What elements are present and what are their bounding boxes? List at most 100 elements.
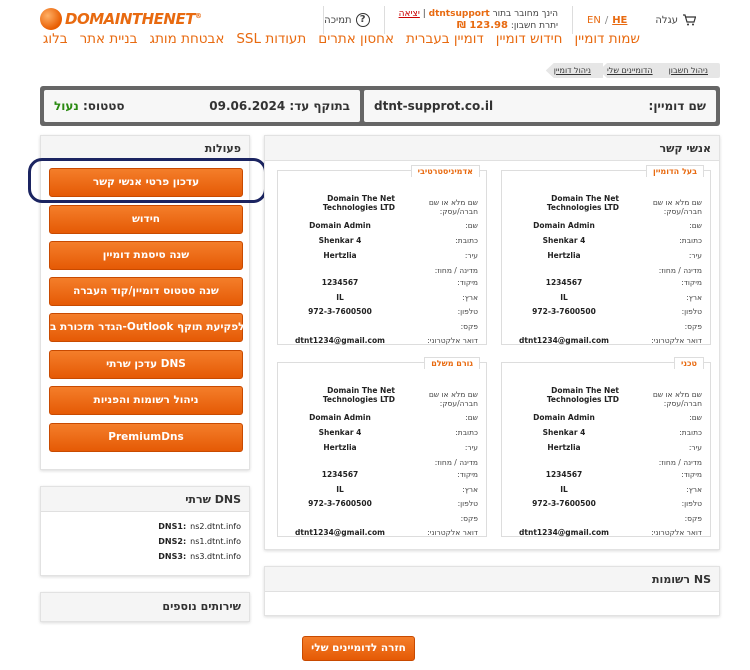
contact-box-title: טכני [674, 357, 704, 369]
contact-field-value: dtnt1234@gmail.com [519, 336, 609, 345]
site-logo[interactable]: DOMAINTHENET® [40, 5, 210, 33]
contact-field-label: מיקוד: [457, 470, 478, 479]
contact-field-label: עיר: [688, 443, 702, 452]
contact-field-label: שם: [689, 221, 702, 230]
contact-field-value: 1234567 [321, 470, 359, 479]
contact-field-value: dtnt1234@gmail.com [519, 528, 609, 537]
change-status-button[interactable]: שנה סטטוס דומיין/קוד העברה [49, 277, 243, 306]
contact-field-label: פקס: [684, 514, 702, 523]
outlook-reminder-button[interactable]: הגדר תזכורת ב-Outlook לפקיעת תוקף [49, 313, 245, 342]
contact-box-title: אדמיניסטרטיבי [410, 165, 480, 177]
dns-title: שרתי DNS [41, 487, 249, 512]
contact-field-value: Hertzlia [547, 443, 581, 452]
ns-records-panel: רשומות NS [264, 566, 720, 616]
expiry-value: 09.06.2024 [209, 99, 286, 113]
status-label: סטטוס: [83, 99, 125, 113]
contact-box: גורם משלם שם מלא או שם חברה/עסק: Domain Th… [277, 357, 487, 537]
contact-field-value: Domain The Net Technologies LTD [322, 386, 395, 404]
update-dns-button[interactable]: עדכן שרתי DNS [49, 350, 243, 379]
logo-ball-icon [40, 8, 62, 30]
support-link[interactable]: ? תמיכה [323, 6, 383, 34]
contact-field-value: dtnt1234@gmail.com [295, 336, 385, 345]
contact-field-value: IL [560, 485, 568, 494]
contact-box-title: גורם משלם [424, 357, 480, 369]
contact-field-value: Shenkar 4 [318, 428, 362, 437]
language-switcher: HE / EN [572, 6, 641, 34]
nav-item[interactable]: בלוג [43, 31, 68, 47]
nav-item[interactable]: דומיין בעברית [406, 31, 484, 47]
lang-en-link[interactable]: EN [587, 15, 601, 26]
contact-box-title: בעל הדומיין [645, 165, 704, 177]
contact-field-label: פקס: [460, 514, 478, 523]
nav-item[interactable]: חידוש דומיין [496, 31, 563, 47]
cart-label: עגלה [655, 14, 678, 26]
contact-field-label: ארץ: [686, 485, 702, 494]
contact-field-label: טלפון: [457, 307, 478, 316]
contact-field-label: פקס: [460, 322, 478, 331]
contact-field-label: עיר: [464, 251, 478, 260]
contact-field-label: דואר אלקטרוני: [427, 336, 478, 345]
contact-field-value: Domain Admin [533, 413, 595, 422]
logout-link[interactable]: יציאה [399, 9, 420, 19]
breadcrumb-item[interactable]: ניהול דומיין [545, 63, 603, 78]
contact-field-label: שם מלא או שם חברה/עסק: [428, 198, 478, 216]
contact-field-label: כתובת: [679, 428, 702, 437]
nav-item[interactable]: תעודות SSL [236, 31, 306, 47]
contact-box: בעל הדומיין שם מלא או שם חברה/עסק: Domain … [501, 165, 711, 345]
contact-field-label: שם מלא או שם חברה/עסק: [652, 390, 702, 408]
contact-field-label: טלפון: [457, 499, 478, 508]
contact-field-label: טלפון: [681, 307, 702, 316]
more-services-panel[interactable]: שירותים נוספים [40, 592, 250, 622]
domain-name-value: dtnt-supprot.co.il [374, 99, 494, 113]
contact-field-label: מדינה / מחוז: [658, 458, 702, 467]
contact-field-value: IL [560, 293, 568, 302]
contact-field-value: 1234567 [545, 470, 583, 479]
manage-records-button[interactable]: ניהול רשומות והפניות [49, 386, 243, 415]
contact-field-label: פקס: [684, 322, 702, 331]
back-to-my-domains-button[interactable]: חזרה לדומיינים שלי [302, 636, 415, 661]
premium-dns-button[interactable]: PremiumDns [49, 423, 243, 452]
nav-item[interactable]: אחסון אתרים [318, 31, 394, 47]
change-password-button[interactable]: שנה סיסמת דומיין [49, 241, 243, 270]
contact-field-label: מיקוד: [681, 470, 702, 479]
contact-field-label: עיר: [688, 251, 702, 260]
nav-item[interactable]: בניית אתר [80, 31, 138, 47]
contact-field-label: שם: [689, 413, 702, 422]
cart-link[interactable]: עגלה [641, 6, 710, 34]
breadcrumb-item[interactable]: הדומיינים שלי [598, 63, 665, 78]
contact-field-label: שם מלא או שם חברה/עסק: [652, 198, 702, 216]
contact-field-value: Hertzlia [323, 251, 357, 260]
contact-field-value: 1234567 [545, 278, 583, 287]
domain-info-bar: שם דומיין: dtnt-supprot.co.il בתוקף עד: … [40, 86, 720, 126]
contact-field-label: מדינה / מחוז: [434, 458, 478, 467]
dns-servers-panel: שרתי DNS DNS1: ns2.dtnt.info DNS2: ns1.dtn… [40, 486, 250, 576]
contact-field-label: דואר אלקטרוני: [427, 528, 478, 537]
account-balance: 123.98 ₪ [456, 20, 508, 31]
domain-name-label: שם דומיין: [648, 99, 706, 113]
contact-field-value: Hertzlia [323, 443, 357, 452]
domain-expiry-box: בתוקף עד: 09.06.2024 סטטוס: נעול [44, 90, 360, 122]
contact-field-label: מיקוד: [681, 278, 702, 287]
contact-field-label: מדינה / מחוז: [434, 266, 478, 275]
contact-field-value: Domain Admin [309, 413, 371, 422]
contact-field-value: Shenkar 4 [318, 236, 362, 245]
nav-item[interactable]: אבטחת מותג [150, 31, 225, 47]
nav-item[interactable]: שמות דומיין [574, 31, 640, 47]
contact-field-value: 972-3-7600500 [308, 499, 372, 508]
highlight-annotation [28, 158, 267, 203]
renew-button[interactable]: חידוש [49, 205, 243, 234]
support-label: תמיכה [324, 14, 352, 26]
contact-field-value: Domain The Net Technologies LTD [546, 194, 619, 212]
contact-field-label: שם: [465, 413, 478, 422]
list-item: DNS2: ns1.dtnt.info [158, 537, 241, 546]
lang-he-link[interactable]: HE [612, 15, 627, 26]
contact-field-value: Domain The Net Technologies LTD [546, 386, 619, 404]
contact-field-value: Hertzlia [547, 251, 581, 260]
username: dtntsupport [428, 9, 490, 19]
contact-field-value: 972-3-7600500 [308, 307, 372, 316]
cart-icon [683, 14, 696, 26]
contact-field-label: שם מלא או שם חברה/עסק: [428, 390, 478, 408]
contacts-title: אנשי קשר [265, 136, 719, 161]
contact-field-value: 972-3-7600500 [532, 499, 596, 508]
breadcrumb-item[interactable]: ניהול חשבון [660, 63, 720, 78]
